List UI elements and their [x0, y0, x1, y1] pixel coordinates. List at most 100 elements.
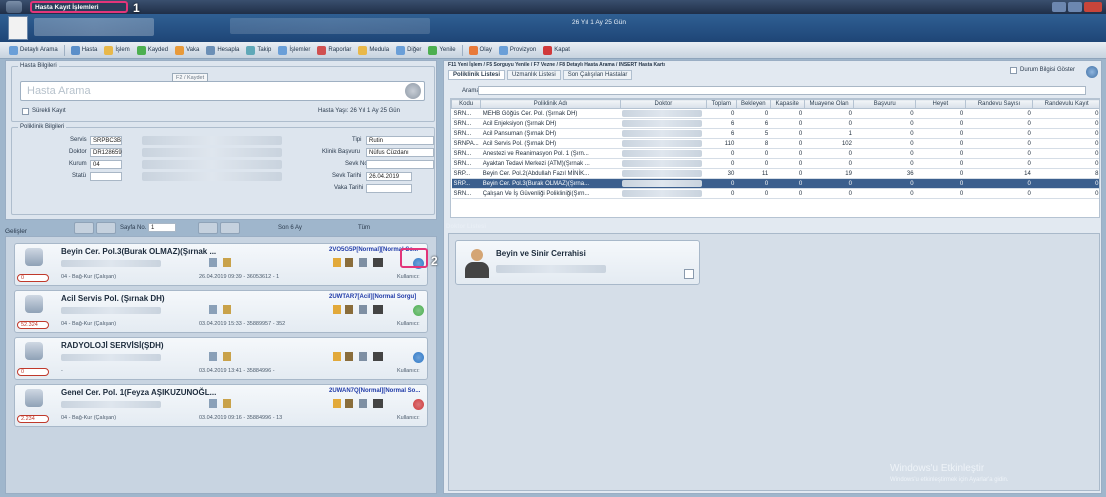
servis-label: Servis — [70, 137, 87, 143]
table-row[interactable]: SRN... Acil Enjeksiyon (Şırnak DH) 6 6 0 0 0 0 0… — [451, 118, 1099, 129]
kurum-input[interactable]: 04 — [90, 160, 122, 169]
toolbar-button-14[interactable]: Kapat — [540, 44, 573, 57]
table-row[interactable]: SRN... Çalışan Ve İş Güvenliği Polikliniğ… — [451, 188, 1099, 199]
table-row[interactable]: SRN... Ayaktan Tedavi Merkezi (ATM)(Şırna… — [451, 158, 1099, 169]
sayfa-no-input[interactable]: 1 — [148, 223, 176, 232]
visit-amount-badge: 0 — [17, 274, 49, 282]
column-header[interactable]: Başvuru — [853, 99, 917, 109]
gelis-card[interactable]: 0 RADYOLOJİ SERVİSİ(ŞDH) - 03.04.2019 13:41… — [14, 337, 428, 380]
gelis-card[interactable]: 0 Beyin Cer. Pol.3(Burak OLMAZ)(Şırnak ..… — [14, 243, 428, 286]
table-cell: 0 — [853, 138, 916, 149]
table-cell: 30 — [706, 168, 737, 179]
durum-checkbox[interactable] — [1010, 67, 1017, 74]
last-page-button[interactable] — [220, 222, 240, 234]
activation-watermark-sub: Windows'u etkinleştirmek için Ayarlar'a … — [890, 477, 1009, 483]
tum-filter[interactable]: Tüm — [358, 225, 370, 231]
toolbar-button-5[interactable]: Hesapla — [203, 44, 242, 57]
toolbar-label: Diğer — [407, 47, 422, 53]
klinik-basvuru-label: Klinik Başvuru — [322, 149, 361, 155]
main-toolbar: Detaylı Arama Hasta İşlem Kayded Vaka Hesapla… — [0, 42, 1106, 59]
info-icon[interactable] — [413, 399, 424, 410]
tab-0[interactable]: Poliklinik Listesi — [448, 70, 506, 80]
patient-search-placeholder: Hasta Arama — [27, 85, 91, 97]
visit-title: Beyin Cer. Pol.3(Burak OLMAZ)(Şırnak ... — [61, 247, 217, 256]
toolbar-button-3[interactable]: Kayded — [134, 44, 171, 57]
search-confirm-icon[interactable] — [405, 83, 421, 99]
note-icon[interactable] — [684, 269, 694, 279]
table-cell: 0 — [736, 188, 771, 199]
table-row[interactable]: SRN... Anestezi ve Reanimasyon Pol. 1 (Şı… — [451, 148, 1099, 159]
minimize-button[interactable] — [1052, 2, 1066, 12]
title-bar: Hasta Kayıt İşlemleri 1 — [0, 0, 1106, 15]
son-6-ay-filter[interactable]: Son 6 Ay — [278, 225, 302, 231]
column-header[interactable]: Kapasite — [769, 99, 805, 109]
toolbar-button-13[interactable]: Provizyon — [496, 44, 539, 57]
column-header[interactable]: Poliklinik Adı — [480, 99, 621, 109]
table-cell: 19 — [804, 168, 854, 179]
toolbar-button-6[interactable]: Takip — [243, 44, 274, 57]
toolbar-icon — [136, 45, 146, 55]
doctor-name-blur — [622, 190, 703, 197]
column-header[interactable]: Randevu Sayısı — [964, 99, 1034, 109]
arama-input[interactable] — [478, 86, 1086, 95]
doktor-card[interactable]: Beyin ve Sinir Cerrahisi — [455, 240, 700, 285]
info-icon[interactable] — [413, 352, 424, 363]
refresh-icon[interactable] — [1086, 66, 1098, 78]
table-row[interactable]: SRP... Beyin Cer. Pol.2(Abdullah Fazıl Mİ… — [451, 168, 1099, 179]
column-header[interactable]: Muayene Olan — [803, 99, 855, 109]
column-header[interactable]: Heyet — [915, 99, 966, 109]
next-page-button[interactable] — [198, 222, 218, 234]
surekli-kayit-checkbox[interactable] — [22, 108, 29, 115]
tab-1[interactable]: Uzmanlık Listesi — [507, 70, 561, 80]
toolbar-button-0[interactable]: Detaylı Arama — [6, 44, 61, 57]
statu-input[interactable] — [90, 172, 122, 181]
toolbar-button-1[interactable]: Hasta — [68, 44, 101, 57]
column-header[interactable]: Bekleyen — [735, 99, 771, 109]
patient-search-box[interactable]: Hasta Arama — [20, 81, 425, 101]
table-cell: 0 — [804, 158, 854, 169]
toolbar-button-9[interactable]: Medula — [355, 44, 392, 57]
toolbar-button-4[interactable]: Vaka — [172, 44, 202, 57]
toolbar-button-7[interactable]: İşlemler — [275, 44, 313, 57]
table-cell: Çalışan Ve İş Güvenliği Polikliniği(Şırn… — [480, 188, 621, 199]
visit-kurum: 04 - Bağ-Kur (Çalışan) — [61, 321, 117, 327]
doctor-name-blur — [622, 120, 703, 127]
column-header[interactable]: Toplam — [705, 99, 737, 109]
table-row[interactable]: SRNPA... Acil Servis Pol. (Şırnak DH) 110 8… — [451, 138, 1099, 149]
table-cell: SRN... — [451, 108, 481, 119]
toolbar-button-10[interactable]: Diğer — [393, 44, 424, 57]
table-row[interactable]: SRN... MEHB Göğüs Cer. Pol. (Şırnak DH) 0 0… — [451, 108, 1099, 119]
gelis-card[interactable]: 2.234 Genel Cer. Pol. 1(Feyza AŞIKUZUNOĞL… — [14, 384, 428, 427]
first-page-button[interactable] — [74, 222, 94, 234]
app-logo-icon — [6, 1, 22, 13]
toolbar-label: İşlemler — [289, 47, 311, 53]
tipi-select[interactable]: Rutin — [366, 136, 434, 145]
table-cell: 0 — [770, 108, 805, 119]
table-cell: Anestezi ve Reanimasyon Pol. 1 (Şırn... — [480, 148, 621, 159]
prev-page-button[interactable] — [96, 222, 116, 234]
column-header[interactable]: Kodu — [451, 99, 482, 109]
sevk-tarihi-input[interactable]: 26.04.2019 — [366, 172, 412, 181]
restore-button[interactable] — [1068, 2, 1082, 12]
column-header[interactable]: Doktor — [619, 99, 707, 109]
toolbar-button-8[interactable]: Raporlar — [314, 44, 354, 57]
table-row[interactable]: SRP... Beyin Cer. Pol.3(Burak OLMAZ)(Şırn… — [451, 178, 1099, 189]
table-row[interactable]: SRN... Acil Pansuman (Şırnak DH) 6 5 0 1 0 0 0 0 — [451, 128, 1099, 139]
klinik-basvuru-select[interactable]: Nüfus Cüzdanı — [366, 148, 434, 157]
tab-2[interactable]: Son Çalışılan Hastalar — [562, 70, 633, 80]
table-cell: 0 — [1032, 138, 1099, 149]
vaka-tarihi-input[interactable] — [366, 184, 412, 193]
status-icons — [209, 305, 249, 314]
gelis-card[interactable]: 52.324 Acil Servis Pol. (Şırnak DH) 2UWTAR… — [14, 290, 428, 333]
table-cell: Acil Enjeksiyon (Şırnak DH) — [480, 118, 621, 129]
column-header[interactable]: Randevulu Kayıt — [1032, 99, 1099, 109]
visit-type-icon — [25, 389, 43, 407]
doktor-input[interactable]: DR128659 — [90, 148, 122, 157]
servis-input[interactable]: SRPBC3B — [90, 136, 122, 145]
sevk-no-input[interactable] — [366, 160, 434, 169]
toolbar-button-2[interactable]: İşlem — [101, 44, 132, 57]
toolbar-button-11[interactable]: Yenile — [425, 44, 458, 57]
close-button[interactable] — [1084, 2, 1102, 12]
info-icon[interactable] — [413, 305, 424, 316]
toolbar-button-12[interactable]: Olay — [466, 44, 495, 57]
